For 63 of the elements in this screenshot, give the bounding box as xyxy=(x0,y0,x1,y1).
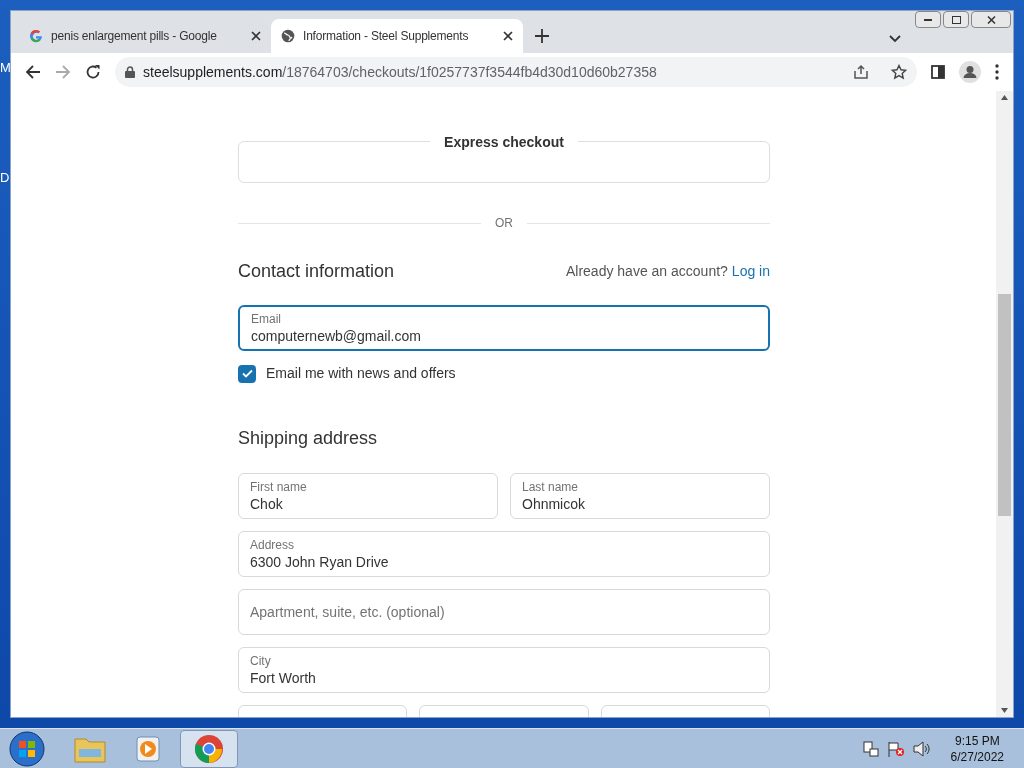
checkbox[interactable] xyxy=(238,364,256,383)
input-field[interactable]: First name Chok xyxy=(238,473,498,519)
back-icon[interactable] xyxy=(25,64,41,80)
field-label: First name xyxy=(250,479,308,495)
checkbox-label: Email me with news and offers xyxy=(266,364,456,383)
field-placeholder: Apartment, suite, etc. (optional) xyxy=(250,602,446,622)
account-prompt: Already have an account? xyxy=(565,262,728,281)
reload-icon[interactable] xyxy=(85,64,101,80)
section-title: Contact information xyxy=(238,260,396,283)
field-label: City xyxy=(250,653,272,669)
address-bar[interactable]: steelsupplements.com/18764703/checkouts/1f0257737f3544fb4d30d10d60b27358 xyxy=(115,57,917,87)
globe-icon xyxy=(281,29,295,43)
minimize-icon xyxy=(924,18,932,21)
chrome-taskbar-button[interactable] xyxy=(180,729,238,768)
close-icon xyxy=(986,15,996,24)
minimize-button[interactable] xyxy=(915,11,941,28)
side-panel-icon[interactable] xyxy=(931,65,945,79)
google-icon xyxy=(29,29,43,43)
scroll-down-arrow-icon[interactable] xyxy=(1001,708,1008,713)
profile-icon[interactable] xyxy=(959,61,981,83)
divider-label: OR xyxy=(495,215,513,232)
field-value: Fort Worth xyxy=(250,668,317,687)
clock[interactable]: 9:15 PM 6/27/2022 xyxy=(950,732,1004,765)
field-value: Chok xyxy=(250,494,284,513)
input-field[interactable]: Email computernewb@gmail.com xyxy=(238,305,770,351)
start-button[interactable] xyxy=(8,729,46,768)
input-field[interactable]: Apartment, suite, etc. (optional) xyxy=(238,589,770,635)
maximize-button[interactable] xyxy=(943,11,969,28)
field-label: Last name xyxy=(522,479,580,495)
field-value: Ohnmicok xyxy=(522,494,587,513)
field-value: computernewb@gmail.com xyxy=(251,326,422,345)
star-icon[interactable] xyxy=(891,64,907,80)
scroll-up-arrow-icon[interactable] xyxy=(1001,95,1008,100)
field-label: Address xyxy=(250,537,296,553)
browser-tab[interactable]: penis enlargement pills - Google xyxy=(19,19,271,53)
network-icon[interactable] xyxy=(862,740,879,757)
field-label: Email xyxy=(251,311,282,327)
tab-title: penis enlargement pills - Google xyxy=(51,28,218,45)
checkmark-icon xyxy=(241,369,253,378)
menu-icon[interactable] xyxy=(995,64,999,80)
url-text: steelsupplements.com/18764703/checkouts/1f0257737f3544fb4d30d10d60b27358 xyxy=(143,62,657,82)
field-value: 6300 John Ryan Drive xyxy=(250,552,390,571)
maximize-icon xyxy=(951,15,961,24)
chrome-icon xyxy=(194,733,224,764)
close-button[interactable] xyxy=(971,11,1011,28)
login-link[interactable]: Log in xyxy=(731,261,770,282)
share-icon[interactable] xyxy=(853,64,869,80)
chevron-icon[interactable] xyxy=(889,35,901,43)
browser-tab[interactable]: Information - Steel Supplements xyxy=(271,19,523,53)
desktop-icon-label: D xyxy=(0,168,11,187)
input-field[interactable]: Last name Ohnmicok xyxy=(510,473,770,519)
input-field[interactable]: City Fort Worth xyxy=(238,647,770,693)
desktop-icon-label: M xyxy=(0,59,11,77)
input-field[interactable]: Address 6300 John Ryan Drive xyxy=(238,531,770,577)
speaker-icon[interactable] xyxy=(912,740,931,757)
scrollbar[interactable] xyxy=(996,91,1013,717)
close-icon[interactable] xyxy=(251,31,261,41)
close-icon[interactable] xyxy=(503,31,513,41)
flag-icon[interactable] xyxy=(886,740,905,757)
lock-icon xyxy=(125,66,135,78)
section-title: Shipping address xyxy=(238,427,379,450)
new-tab-button[interactable] xyxy=(535,29,549,43)
tab-title: Information - Steel Supplements xyxy=(303,28,470,45)
